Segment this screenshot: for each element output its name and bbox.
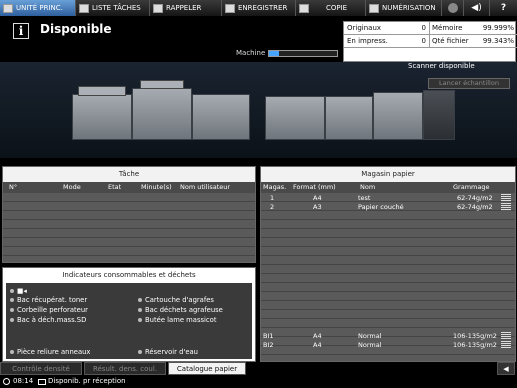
qte-fichier-value: 99.343%: [482, 37, 514, 45]
col-tray: Magas.: [263, 183, 287, 191]
staple-waste-indicator: Bac déchets agrafeuse: [138, 306, 223, 314]
machine-module: [192, 94, 250, 140]
col-format: Format (mm): [293, 183, 336, 191]
globe-icon: [447, 3, 458, 13]
counter-divider: [429, 22, 430, 48]
machine-progress-bar: [268, 50, 338, 57]
collapse-arrow-button[interactable]: ◀: [497, 362, 515, 375]
language-button[interactable]: [442, 0, 464, 16]
machine-module: [373, 92, 423, 140]
punch-waste-indicator: Corbeille perforateur: [10, 306, 88, 314]
toner-waste-indicator: Bac récupérat. toner: [10, 296, 87, 304]
tab-copy[interactable]: COPIE: [296, 0, 366, 16]
job-panel-title: Tâche: [3, 167, 255, 182]
status-title: Disponible: [40, 22, 112, 36]
machine-module: [325, 96, 373, 140]
clock-icon: [3, 378, 10, 385]
tab-store[interactable]: ENREGISTRER: [222, 0, 296, 16]
tab-density-control[interactable]: Contrôle densité: [0, 362, 82, 375]
counters-panel: Originaux 0 Mémoire 99.999% En impress. …: [343, 21, 517, 62]
col-weight: Grammage: [453, 183, 490, 191]
recall-icon: [153, 3, 163, 13]
memoire-label: Mémoire: [432, 24, 463, 32]
status-bar: 08:14 Disponib. pr réception: [0, 375, 517, 388]
tab-recall[interactable]: RAPPELER: [150, 0, 222, 16]
counter-row: Originaux 0 Mémoire 99.999%: [344, 22, 517, 35]
col-number: N°: [9, 183, 18, 191]
job-panel: Tâche N° Mode Etat Minute(s) Nom utilisa…: [2, 166, 256, 263]
consumables-list: ■◂ Bac récupérat. toner Corbeille perfor…: [6, 283, 252, 359]
paper-level-gauge: [501, 203, 511, 211]
paper-tray-panel: Magasin papier Magas. Format (mm) Nom Gr…: [260, 166, 516, 362]
water-tank-indicator: Réservoir d'eau: [138, 348, 198, 356]
memoire-value: 99.999%: [482, 24, 514, 32]
originaux-label: Originaux: [347, 24, 382, 32]
machine-module: [132, 88, 192, 140]
status-message: Disponib. pr réception: [48, 377, 126, 385]
machine-module: [265, 96, 325, 140]
tab-color-density-result[interactable]: Résult. dens. coul.: [84, 362, 166, 375]
scan-icon: [369, 3, 379, 13]
info-icon: i: [13, 23, 29, 39]
camera-icon: ■◂: [10, 287, 27, 295]
consumables-title: Indicateurs consommables et déchets: [3, 268, 255, 283]
arrow-left-icon: ◀: [503, 365, 509, 373]
paper-level-gauge: [501, 341, 511, 349]
job-table-body[interactable]: [3, 193, 255, 262]
machine-module: [423, 90, 455, 140]
tray-table-header: Magas. Format (mm) Nom Grammage: [261, 182, 515, 193]
save-icon: [225, 3, 235, 13]
scanner-status: Scanner disponible: [408, 62, 475, 70]
tab-paper-catalog[interactable]: Catalogue papier: [168, 362, 246, 375]
ring-binding-indicator: Pièce reliure anneaux: [10, 348, 90, 356]
consumables-panel: Indicateurs consommables et déchets ■◂ B…: [2, 267, 256, 362]
col-minutes: Minute(s): [141, 183, 172, 191]
help-icon: ?: [500, 3, 507, 13]
impress-value: 0: [421, 37, 426, 45]
trimmer-blade-indicator: Butée lame massicot: [138, 316, 217, 324]
receive-icon: [38, 379, 46, 385]
speaker-icon: ◀): [471, 3, 482, 13]
impress-label: En impress.: [347, 37, 388, 45]
tray-row[interactable]: BI2 A4 Normal 106-135g/m2: [261, 341, 515, 350]
tray-row[interactable]: 1 A4 test 62-74g/m2: [261, 194, 515, 203]
tab-job-list[interactable]: LISTE TÂCHES: [76, 0, 150, 16]
qte-fichier-label: Qté fichier: [432, 37, 469, 45]
col-name: Nom: [360, 183, 376, 191]
tray-row[interactable]: BI1 A4 Normal 106-135g/m2: [261, 332, 515, 341]
sd-waste-indicator: Bac à déch.mass.SD: [10, 316, 86, 324]
printer-icon: [3, 3, 13, 13]
paper-level-gauge: [501, 332, 511, 340]
originaux-value: 0: [421, 24, 426, 32]
paper-tray-title: Magasin papier: [261, 167, 515, 182]
col-state: Etat: [108, 183, 122, 191]
counter-row: En impress. 0 Qté fichier 99.343%: [344, 35, 517, 48]
tray-table-body: 1 A4 test 62-74g/m2 2 A3 Papier couché 6…: [261, 193, 515, 361]
machine-top: [140, 80, 184, 89]
paper-level-gauge: [501, 194, 511, 202]
machine-label: Machine: [236, 49, 266, 57]
machine-module: [72, 94, 132, 140]
col-mode: Mode: [63, 183, 81, 191]
copy-icon: [299, 3, 309, 13]
col-user: Nom utilisateur: [180, 183, 231, 191]
job-table-header: N° Mode Etat Minute(s) Nom utilisateur: [3, 182, 255, 193]
start-sample-button[interactable]: Lancer échantillon: [428, 78, 510, 89]
machine-top: [78, 86, 126, 96]
volume-button[interactable]: ◀): [464, 0, 490, 16]
help-button[interactable]: ?: [490, 0, 517, 16]
clock-time: 08:14: [13, 377, 34, 385]
top-menu-bar: UNITÉ PRINC. LISTE TÂCHES RAPPELER ENREG…: [0, 0, 517, 16]
machine-progress-fill: [269, 51, 280, 56]
tab-scan[interactable]: NUMÉRISATION: [366, 0, 442, 16]
staple-cartridge-indicator: Cartouche d'agrafes: [138, 296, 214, 304]
tab-main-unit[interactable]: UNITÉ PRINC.: [0, 0, 76, 16]
tray-row[interactable]: 2 A3 Papier couché 62-74g/m2: [261, 203, 515, 212]
machine-illustration: [0, 62, 517, 158]
bottom-tab-bar: Contrôle densité Résult. dens. coul. Cat…: [0, 362, 517, 375]
list-icon: [79, 3, 89, 13]
